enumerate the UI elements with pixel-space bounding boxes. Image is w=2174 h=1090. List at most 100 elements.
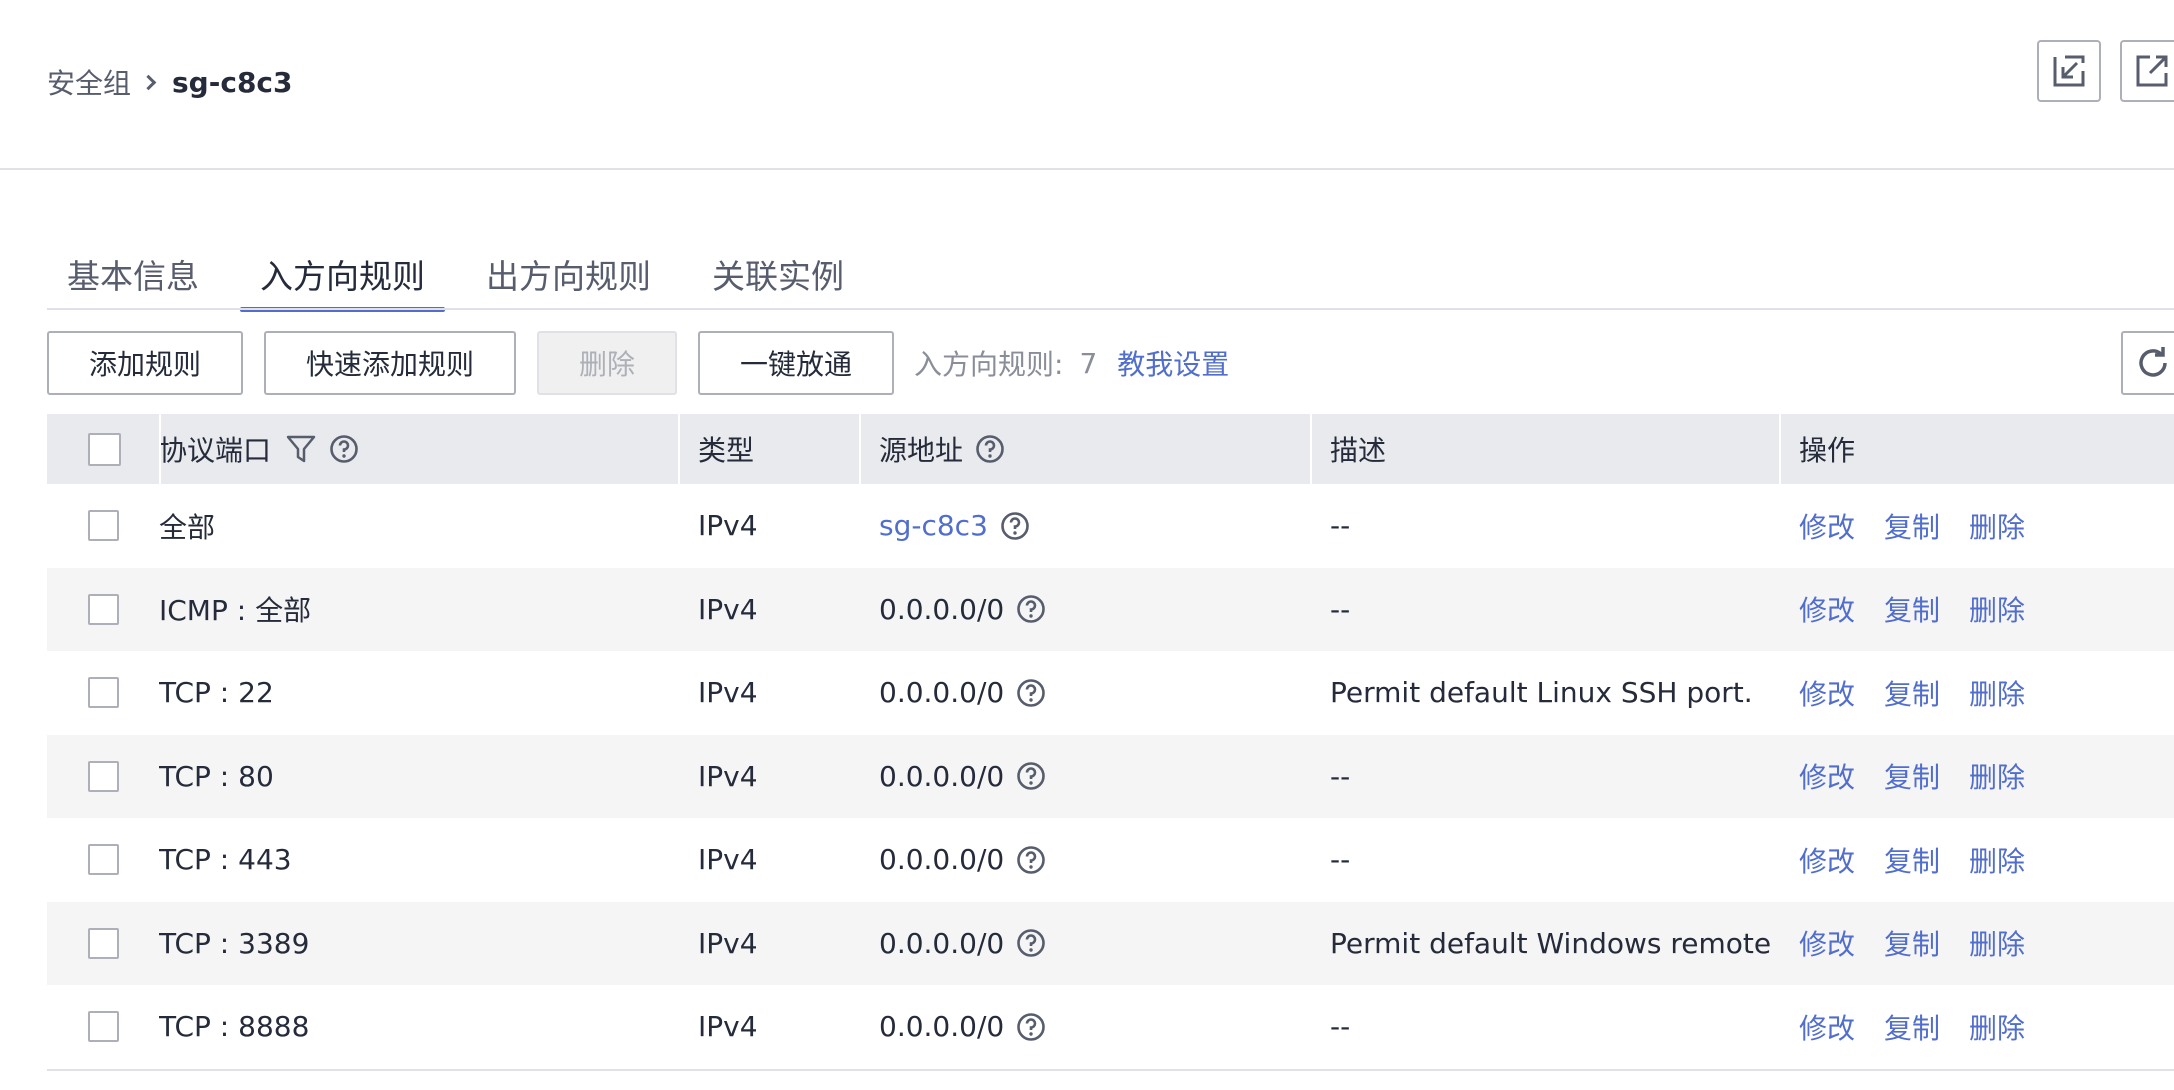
cell-source: 0.0.0.0/0	[859, 568, 1310, 652]
tab-inbound-rules[interactable]: 入方向规则	[240, 240, 445, 312]
copy-link[interactable]: 复制	[1884, 923, 1940, 963]
one-click-open-button[interactable]: 一键放通	[698, 331, 894, 395]
breadcrumb-parent[interactable]: 安全组	[47, 62, 131, 102]
header-description: 描述	[1310, 414, 1779, 484]
help-link[interactable]: 教我设置	[1117, 343, 1229, 383]
select-all-checkbox[interactable]	[88, 432, 121, 466]
help-icon[interactable]	[329, 434, 359, 464]
row-select-cell	[47, 568, 159, 652]
help-icon[interactable]	[1016, 1012, 1046, 1042]
cell-description: Permit default Windows remote ...	[1330, 926, 1779, 960]
row-select-cell	[47, 651, 159, 735]
breadcrumb: 安全组 sg-c8c3	[47, 62, 293, 102]
cell-description: --	[1330, 843, 1351, 877]
table-row: TCP : 443 IPv4 0.0.0.0/0 -- 修改 复制 删除	[47, 818, 2174, 902]
copy-link[interactable]: 复制	[1884, 756, 1940, 796]
table-body: 全部 IPv4 sg-c8c3 -- 修改 复制 删除 ICMP : 全部 IP…	[47, 484, 2174, 1069]
table-header: 协议端口 类型 源地址 描述 操作	[47, 414, 2174, 484]
edit-link[interactable]: 修改	[1799, 923, 1855, 963]
delete-link[interactable]: 删除	[1969, 506, 2025, 546]
cell-source: 0.0.0.0/0	[859, 902, 1310, 986]
copy-link[interactable]: 复制	[1884, 1007, 1940, 1047]
copy-link[interactable]: 复制	[1884, 506, 1940, 546]
header-protocol-port-label: 协议端口	[159, 434, 272, 467]
row-checkbox[interactable]	[88, 760, 119, 792]
cell-protocol-port: 全部	[159, 510, 216, 544]
restore-window-icon	[2053, 55, 2085, 87]
row-select-cell	[47, 735, 159, 819]
delete-link[interactable]: 删除	[1969, 840, 2025, 880]
row-select-cell	[47, 985, 159, 1069]
delete-link[interactable]: 删除	[1969, 673, 2025, 713]
help-icon[interactable]	[1000, 511, 1030, 541]
tab-outbound-rules[interactable]: 出方向规则	[466, 240, 671, 310]
edit-link[interactable]: 修改	[1799, 506, 1855, 546]
cell-type: IPv4	[698, 926, 758, 960]
tab-associated-instances[interactable]: 关联实例	[692, 240, 864, 310]
delete-link[interactable]: 删除	[1969, 1007, 2025, 1047]
cell-description: --	[1330, 592, 1351, 626]
restore-window-button[interactable]	[2037, 40, 2101, 102]
row-checkbox[interactable]	[88, 844, 119, 876]
open-external-button[interactable]	[2120, 40, 2174, 102]
delete-button[interactable]: 删除	[537, 331, 677, 395]
help-icon[interactable]	[1016, 928, 1046, 958]
row-select-cell	[47, 902, 159, 986]
header-source: 源地址	[859, 414, 1310, 484]
cell-description: --	[1330, 1010, 1351, 1044]
row-checkbox[interactable]	[88, 593, 119, 625]
cell-description: --	[1330, 759, 1351, 793]
help-icon[interactable]	[1016, 845, 1046, 875]
row-checkbox[interactable]	[88, 1011, 119, 1043]
cell-protocol-port: TCP : 22	[159, 676, 274, 710]
copy-link[interactable]: 复制	[1884, 840, 1940, 880]
quick-add-rule-button[interactable]: 快速添加规则	[264, 331, 516, 395]
header-operations: 操作	[1779, 414, 2174, 484]
help-icon[interactable]	[975, 434, 1005, 464]
table-row: TCP : 22 IPv4 0.0.0.0/0 Permit default L…	[47, 651, 2174, 735]
delete-link[interactable]: 删除	[1969, 589, 2025, 629]
cell-operations: 修改 复制 删除	[1779, 735, 2174, 819]
tabs-divider	[47, 308, 2174, 310]
edit-link[interactable]: 修改	[1799, 840, 1855, 880]
cell-source: 0.0.0.0/0	[859, 818, 1310, 902]
edit-link[interactable]: 修改	[1799, 1007, 1855, 1047]
delete-link[interactable]: 删除	[1969, 756, 2025, 796]
edit-link[interactable]: 修改	[1799, 673, 1855, 713]
cell-description: --	[1330, 509, 1351, 543]
cell-source: 0.0.0.0/0	[859, 735, 1310, 819]
copy-link[interactable]: 复制	[1884, 589, 1940, 629]
edit-link[interactable]: 修改	[1799, 756, 1855, 796]
cell-protocol-port: TCP : 8888	[159, 1010, 310, 1044]
source-value: 0.0.0.0/0	[879, 759, 1005, 793]
cell-operations: 修改 复制 删除	[1779, 985, 2174, 1069]
rule-count: 7	[1079, 346, 1098, 380]
rule-count-label: 入方向规则:	[914, 348, 1064, 381]
refresh-button[interactable]	[2121, 331, 2174, 395]
cell-source: 0.0.0.0/0	[859, 985, 1310, 1069]
help-icon[interactable]	[1016, 594, 1046, 624]
row-select-cell	[47, 818, 159, 902]
cell-operations: 修改 复制 删除	[1779, 818, 2174, 902]
cell-type: IPv4	[698, 759, 758, 793]
copy-link[interactable]: 复制	[1884, 673, 1940, 713]
source-link[interactable]: sg-c8c3	[879, 509, 988, 542]
table-row: 全部 IPv4 sg-c8c3 -- 修改 复制 删除	[47, 484, 2174, 568]
cell-type: IPv4	[698, 509, 758, 543]
add-rule-button[interactable]: 添加规则	[47, 331, 243, 395]
help-icon[interactable]	[1016, 678, 1046, 708]
delete-link[interactable]: 删除	[1969, 923, 2025, 963]
row-checkbox[interactable]	[88, 677, 119, 709]
row-checkbox[interactable]	[88, 927, 119, 959]
edit-link[interactable]: 修改	[1799, 589, 1855, 629]
inbound-rules-table: 协议端口 类型 源地址 描述 操作 全部 IPv4 sg-c8c3 -- 修改 …	[47, 414, 2174, 1071]
help-icon[interactable]	[1016, 761, 1046, 791]
row-checkbox[interactable]	[88, 510, 119, 542]
filter-icon[interactable]	[285, 433, 317, 465]
tab-basic-info[interactable]: 基本信息	[47, 240, 219, 310]
open-external-icon	[2136, 55, 2168, 87]
cell-source: sg-c8c3	[859, 484, 1310, 568]
cell-protocol-port: TCP : 3389	[159, 926, 310, 960]
chevron-right-icon	[140, 74, 157, 90]
tab-bar: 基本信息 入方向规则 出方向规则 关联实例	[47, 240, 885, 312]
